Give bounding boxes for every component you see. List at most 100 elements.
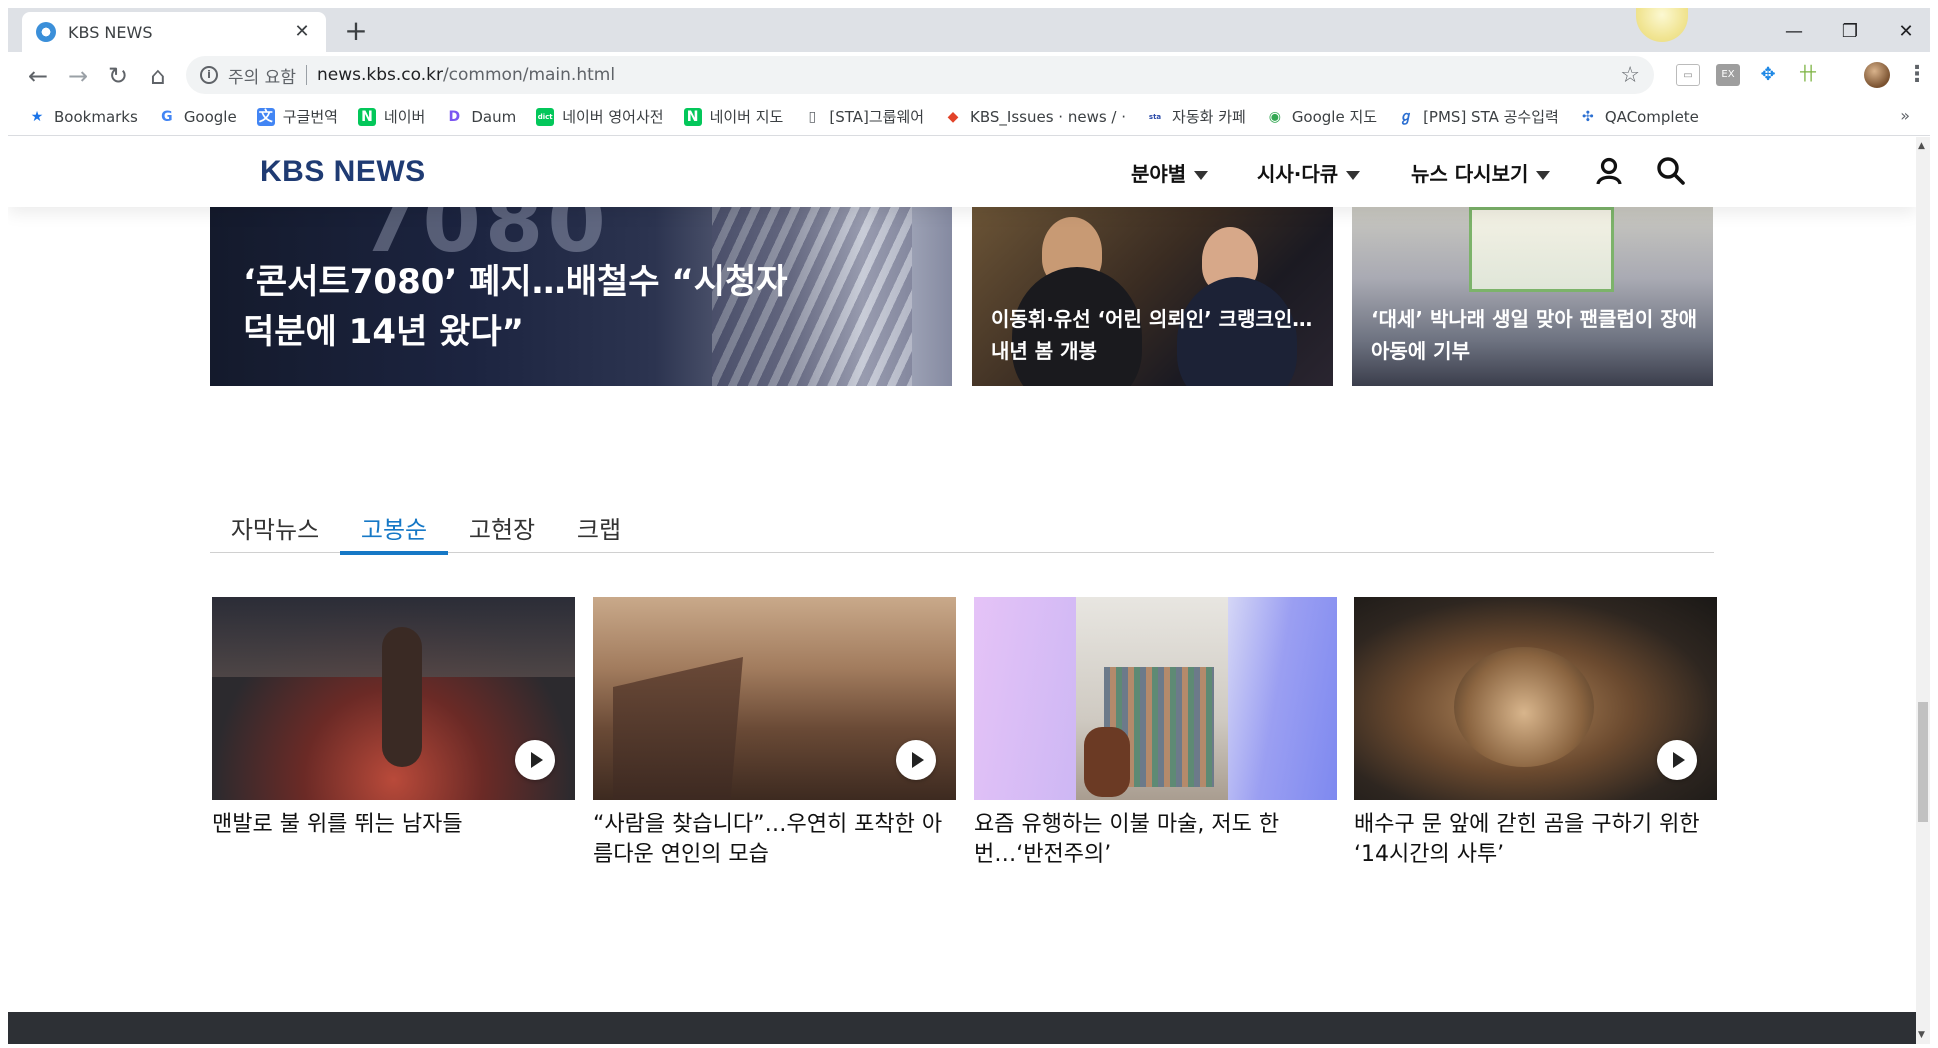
naver-icon: N — [357, 107, 376, 126]
video-thumbnail[interactable] — [974, 597, 1337, 800]
tab-gobongsun[interactable]: 고봉순 — [340, 510, 448, 555]
bookmark-label: Google — [183, 107, 237, 126]
bookmark-star-icon[interactable]: ☆ — [1620, 63, 1640, 88]
menu-kebab-icon[interactable]: ⋮ — [1906, 62, 1928, 88]
scroll-down-icon[interactable]: ▼ — [1918, 1030, 1925, 1040]
bookmark-label: Bookmarks — [54, 107, 138, 126]
tab-subtitle-news[interactable]: 자막뉴스 — [210, 510, 340, 553]
video-card[interactable]: 배수구 문 앞에 갇힌 곰을 구하기 위한 ‘14시간의 사투’ — [1354, 597, 1717, 870]
site-footer — [8, 1012, 1916, 1044]
extension-cast-icon[interactable]: ▭ — [1676, 64, 1700, 86]
bookmark-item[interactable]: ▯ [STA]그룹웨어 — [803, 106, 925, 127]
video-tabs: 자막뉴스 고봉순 고현장 크랩 — [210, 510, 1714, 555]
play-icon[interactable] — [896, 740, 936, 780]
google-maps-icon: ◉ — [1268, 108, 1281, 125]
bookmark-item[interactable]: N 네이버 지도 — [683, 106, 784, 127]
qacomplete-icon: ✣ — [1581, 108, 1594, 125]
close-window-button[interactable]: ✕ — [1890, 18, 1922, 46]
play-icon[interactable] — [1657, 740, 1697, 780]
restore-button[interactable]: ❐ — [1834, 18, 1866, 46]
video-thumbnail[interactable] — [212, 597, 575, 800]
minimize-button[interactable]: — — [1778, 18, 1810, 46]
translate-icon: 文 — [256, 107, 275, 126]
extension-ladder-icon[interactable]: 卄 — [1796, 64, 1820, 86]
play-icon[interactable] — [515, 740, 555, 780]
hero-main-card[interactable]: 7080 ‘콘서트7080’ 폐지…배철수 “시청자 덕분에 14년 왔다” — [210, 207, 952, 386]
info-icon[interactable]: i — [200, 66, 218, 84]
daum-icon: D — [448, 108, 461, 125]
tab-label: 자막뉴스 — [230, 516, 320, 544]
bookmark-item[interactable]: ✣ QAComplete — [1579, 108, 1699, 126]
new-tab-button[interactable]: + — [342, 17, 370, 46]
extension-ex-icon[interactable]: EX — [1716, 64, 1740, 86]
tab-crab[interactable]: 크랩 — [556, 510, 642, 553]
browser-window: KBS NEWS ✕ + — ❐ ✕ ← → ↻ ⌂ i 주의 요함 news.… — [0, 0, 1938, 1048]
bookmark-item[interactable]: 文 구글번역 — [256, 106, 338, 127]
thumb-runner — [382, 627, 422, 767]
video-title[interactable]: “사람을 찾습니다”…우연히 포착한 아름다운 연인의 모습 — [593, 810, 956, 870]
bookmarks-bar: ★ Bookmarks G Google 文 구글번역 N 네이버 D Daum dict 네이버 영… — [8, 98, 1930, 136]
home-button[interactable]: ⌂ — [144, 62, 172, 90]
profile-avatar[interactable] — [1864, 62, 1890, 88]
video-thumbnail[interactable] — [593, 597, 956, 800]
bookmark-item[interactable]: ◉ Google 지도 — [1266, 106, 1377, 127]
scrollbar-thumb[interactable] — [1918, 702, 1928, 822]
pms-icon: ℊ — [1399, 108, 1414, 125]
bookmark-item[interactable]: N 네이버 — [357, 106, 425, 127]
back-button[interactable]: ← — [24, 62, 52, 90]
google-icon: G — [161, 108, 173, 125]
naver-dict-icon: dict — [536, 107, 555, 126]
user-icon[interactable] — [1593, 155, 1625, 187]
video-title[interactable]: 요즘 유행하는 이불 마술, 저도 한 번…‘반전주의’ — [974, 810, 1337, 870]
photo-banner — [1469, 207, 1614, 292]
hero-side-caption-1: 이동휘·유선 ‘어린 의뢰인’ 크랭크인…내년 봄 개봉 — [991, 307, 1313, 363]
tab-strip: KBS NEWS ✕ + — ❐ ✕ — [8, 8, 1930, 52]
extension-arrows-icon[interactable]: ✥ — [1756, 64, 1780, 86]
video-title[interactable]: 맨발로 불 위를 뛰는 남자들 — [212, 810, 575, 840]
nav-documentary[interactable]: 시사·다큐 — [1257, 158, 1361, 187]
bookmark-item[interactable]: G Google — [158, 108, 237, 126]
video-card[interactable]: 맨발로 불 위를 뛰는 남자들 — [212, 597, 575, 840]
star-icon: ★ — [30, 108, 44, 125]
nav-replay-label: 뉴스 다시보기 — [1411, 162, 1529, 186]
site-header: KBS NEWS 분야별 시사·다큐 뉴스 다시보기 — [8, 137, 1916, 207]
thumb-bear — [1454, 647, 1594, 767]
nav-replay[interactable]: 뉴스 다시보기 — [1411, 158, 1551, 187]
bookmark-item[interactable]: ℊ [PMS] STA 공수입력 — [1397, 106, 1559, 127]
hero-side-card-1[interactable]: 이동휘·유선 ‘어린 의뢰인’ 크랭크인…내년 봄 개봉 — [972, 207, 1333, 386]
tab-label: 고현장 — [468, 516, 536, 544]
nav-category-label: 분야별 — [1131, 162, 1187, 186]
tab-title: KBS NEWS — [68, 22, 153, 42]
bookmark-item[interactable]: D Daum — [445, 108, 517, 126]
thumb-dog — [1084, 727, 1130, 797]
bookmark-label: [STA]그룹웨어 — [829, 108, 925, 126]
gitlab-icon: ◆ — [947, 108, 959, 125]
address-separator — [305, 65, 307, 85]
tab-gohyunjang[interactable]: 고현장 — [448, 510, 556, 553]
scroll-up-icon[interactable]: ▲ — [1918, 141, 1925, 151]
bookmark-item[interactable]: dict 네이버 영어사전 — [536, 106, 664, 127]
video-card[interactable]: 요즘 유행하는 이불 마술, 저도 한 번…‘반전주의’ — [974, 597, 1337, 870]
video-title[interactable]: 배수구 문 앞에 갇힌 곰을 구하기 위한 ‘14시간의 사투’ — [1354, 810, 1717, 870]
reload-button[interactable]: ↻ — [104, 62, 132, 90]
page-scrollbar[interactable]: ▲ ▼ — [1916, 137, 1930, 1044]
address-bar[interactable]: i 주의 요함 news.kbs.co.kr/common/main.html … — [186, 56, 1654, 94]
video-card[interactable]: “사람을 찾습니다”…우연히 포착한 아름다운 연인의 모습 — [593, 597, 956, 870]
video-thumbnail[interactable] — [1354, 597, 1717, 800]
bookmark-item[interactable]: ◆ KBS_Issues · news / · — [944, 108, 1126, 126]
bookmark-item[interactable]: sta 자동화 카페 — [1146, 106, 1246, 127]
search-icon[interactable] — [1655, 155, 1687, 187]
browser-tab[interactable]: KBS NEWS ✕ — [22, 12, 326, 52]
nav-category[interactable]: 분야별 — [1131, 158, 1209, 187]
forward-button[interactable]: → — [64, 62, 92, 90]
hero-main-caption: ‘콘서트7080’ 폐지…배철수 “시청자 덕분에 14년 왔다” — [243, 262, 788, 352]
kbs-news-logo[interactable]: KBS NEWS — [260, 155, 426, 189]
hero-side-card-2[interactable]: ‘대세’ 박나래 생일 맞아 팬클럽이 장애아동에 기부 — [1352, 207, 1713, 386]
bookmarks-overflow-button[interactable]: » — [1900, 106, 1910, 125]
close-tab-icon[interactable]: ✕ — [292, 22, 312, 42]
browser-toolbar: ← → ↻ ⌂ i 주의 요함 news.kbs.co.kr/common/ma… — [8, 52, 1930, 98]
kbs-favicon-icon — [36, 22, 56, 42]
bookmark-item[interactable]: ★ Bookmarks — [28, 108, 138, 126]
naver-map-icon: N — [683, 107, 702, 126]
bookmark-label: 네이버 지도 — [709, 108, 784, 126]
